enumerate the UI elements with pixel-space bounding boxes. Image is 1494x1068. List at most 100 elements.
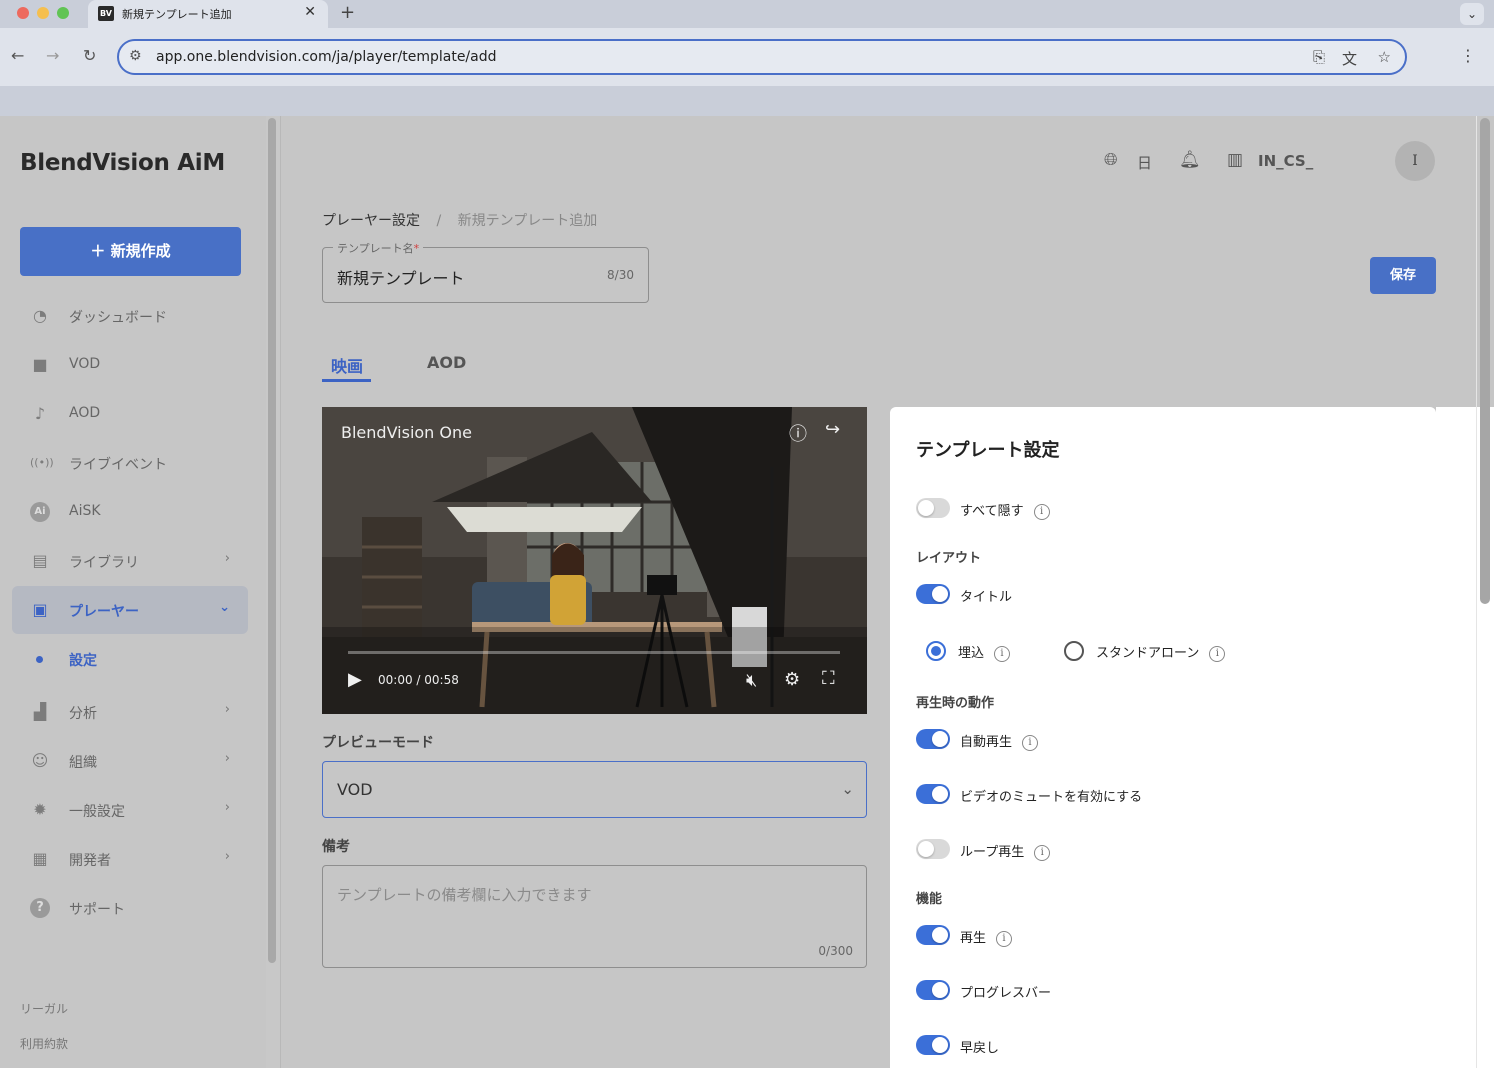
create-new-button[interactable]: ＋ 新規作成 bbox=[20, 227, 241, 276]
sidebar-scrollbar[interactable] bbox=[268, 118, 276, 963]
bookmark-star-icon[interactable]: ☆ bbox=[1378, 48, 1391, 66]
tab-video[interactable]: 映画 bbox=[331, 353, 363, 377]
new-tab-button[interactable]: + bbox=[340, 2, 355, 23]
avatar[interactable]: I bbox=[1395, 141, 1435, 181]
standalone-radio[interactable] bbox=[1064, 641, 1084, 661]
sidebar-item-aod[interactable]: ♪ AOD bbox=[12, 390, 248, 438]
embed-radio[interactable] bbox=[926, 641, 946, 661]
video-icon: ■ bbox=[32, 355, 48, 374]
developer-icon: ▦ bbox=[32, 849, 48, 868]
sidebar-item-live-event[interactable]: ((•)) ライブイベント bbox=[12, 439, 248, 487]
hide-all-toggle[interactable] bbox=[916, 498, 950, 518]
title-label: タイトル bbox=[960, 590, 1013, 605]
reload-icon[interactable]: ↻ bbox=[83, 46, 96, 65]
site-settings-icon[interactable]: ⚙ bbox=[129, 48, 142, 64]
sidebar-item-label: プレーヤー bbox=[69, 604, 139, 620]
back-arrow-icon[interactable]: ← bbox=[11, 46, 24, 65]
template-name-field[interactable]: テンプレート名* 新規テンプレート 8/30 bbox=[322, 240, 649, 303]
template-name-input[interactable]: 新規テンプレート bbox=[337, 265, 465, 289]
breadcrumb-parent[interactable]: プレーヤー設定 bbox=[322, 213, 420, 229]
info-icon[interactable]: i bbox=[994, 645, 1011, 662]
settings-title: テンプレート設定 bbox=[916, 440, 1060, 461]
title-toggle[interactable] bbox=[916, 584, 950, 604]
loop-toggle[interactable] bbox=[916, 839, 950, 859]
chevron-right-icon: › bbox=[224, 551, 230, 566]
building-icon[interactable]: ▥ bbox=[1227, 150, 1243, 170]
info-icon[interactable]: i bbox=[1033, 503, 1050, 520]
info-icon[interactable]: i bbox=[1034, 844, 1051, 861]
info-icon[interactable]: i bbox=[1022, 734, 1039, 751]
autoplay-toggle[interactable] bbox=[916, 729, 950, 749]
memo-textarea[interactable]: テンプレートの備考欄に入力できます 0/300 bbox=[322, 865, 867, 968]
info-icon[interactable]: i bbox=[996, 930, 1013, 947]
mute-toggle[interactable] bbox=[916, 784, 950, 804]
player-time: 00:00 / 00:58 bbox=[378, 673, 459, 687]
save-button[interactable]: 保存 bbox=[1370, 257, 1436, 294]
language-label[interactable]: 日 bbox=[1137, 152, 1152, 173]
play-toggle[interactable] bbox=[916, 925, 950, 945]
sidebar-item-label: 分析 bbox=[69, 706, 97, 722]
translate-icon[interactable]: 文 bbox=[1342, 48, 1357, 69]
play-label: 再生 bbox=[960, 931, 987, 946]
sidebar-item-organization[interactable]: ☺ 組織 › bbox=[12, 737, 248, 785]
url-text: app.one.blendvision.com/ja/player/templa… bbox=[156, 49, 497, 65]
minimize-window-button[interactable] bbox=[37, 7, 49, 19]
chevron-down-icon: ⌄ bbox=[219, 600, 230, 615]
info-icon[interactable]: i bbox=[1209, 645, 1226, 662]
bell-icon[interactable]: 🔔︎ bbox=[1179, 150, 1201, 170]
sidebar-item-player[interactable]: ▣ プレーヤー ⌄ bbox=[12, 586, 248, 634]
chevron-down-icon: ⌄ bbox=[841, 780, 854, 798]
chevron-right-icon: › bbox=[224, 702, 230, 717]
sidebar-item-dashboard[interactable]: ◔ ダッシュボード bbox=[12, 292, 248, 340]
organization-name[interactable]: IN_CS_ bbox=[1258, 152, 1313, 170]
preview-mode-value: VOD bbox=[337, 780, 373, 799]
app-logo[interactable]: BlendVision AiM bbox=[20, 150, 225, 176]
forward-arrow-icon[interactable]: → bbox=[46, 46, 59, 65]
fullscreen-icon[interactable]: ⛶ bbox=[822, 668, 835, 689]
preview-mode-label: プレビューモード bbox=[322, 735, 434, 751]
mute-icon[interactable]: 🔇︎ bbox=[746, 670, 757, 691]
sidebar-item-label: 一般設定 bbox=[69, 804, 125, 820]
share-icon[interactable]: ↪ bbox=[825, 419, 840, 440]
sidebar-item-aisk[interactable]: Ai AiSK bbox=[12, 488, 248, 536]
tab-search-chevron-icon[interactable]: ⌄ bbox=[1460, 3, 1484, 25]
mute-label: ビデオのミュートを有効にする bbox=[960, 790, 1143, 805]
video-player-preview[interactable]: BlendVision One ⓘ ↪ ▶ 00:00 / 00:58 🔇︎ ⚙… bbox=[322, 407, 867, 714]
breadcrumb-separator: / bbox=[436, 213, 442, 229]
analytics-icon: ▟ bbox=[33, 702, 47, 721]
info-icon[interactable]: ⓘ bbox=[789, 420, 807, 446]
tab-aod[interactable]: AOD bbox=[427, 353, 466, 372]
sidebar-item-developer[interactable]: ▦ 開発者 › bbox=[12, 835, 248, 883]
breadcrumb: プレーヤー設定 / 新規テンプレート追加 bbox=[322, 210, 597, 230]
play-icon[interactable]: ▶ bbox=[348, 669, 362, 690]
player-icon: ▣ bbox=[32, 600, 48, 619]
player-progress-bar[interactable] bbox=[348, 651, 840, 654]
active-bullet-icon bbox=[36, 656, 43, 663]
active-tab-indicator bbox=[322, 379, 371, 382]
close-window-button[interactable] bbox=[17, 7, 29, 19]
sidebar-item-vod[interactable]: ■ VOD bbox=[12, 341, 248, 389]
maximize-window-button[interactable] bbox=[57, 7, 69, 19]
browser-tab-bar: BV 新規テンプレート追加 ✕ + ⌄ bbox=[0, 0, 1494, 28]
sidebar-item-general-settings[interactable]: ✹ 一般設定 › bbox=[12, 786, 248, 834]
sidebar-item-support[interactable]: ? サポート bbox=[12, 884, 248, 932]
rewind-toggle[interactable] bbox=[916, 1035, 950, 1055]
progress-bar-toggle[interactable] bbox=[916, 980, 950, 1000]
terms-link[interactable]: 利用約款 bbox=[20, 1035, 68, 1052]
address-bar[interactable]: ⚙ app.one.blendvision.com/ja/player/temp… bbox=[117, 39, 1407, 75]
chevron-right-icon: › bbox=[224, 800, 230, 815]
close-tab-icon[interactable]: ✕ bbox=[304, 4, 316, 20]
browser-menu-icon[interactable]: ⋮ bbox=[1460, 46, 1476, 65]
sidebar-item-analytics[interactable]: ▟ 分析 › bbox=[12, 688, 248, 736]
globe-icon[interactable]: 🌐︎ bbox=[1104, 150, 1118, 170]
bookmarks-bar bbox=[0, 86, 1494, 116]
sidebar-item-library[interactable]: ▤ ライブラリ › bbox=[12, 537, 248, 585]
install-app-icon[interactable]: ⎘ bbox=[1313, 48, 1325, 66]
preview-mode-select[interactable]: VOD ⌄ bbox=[322, 761, 867, 818]
browser-toolbar: ← → ↻ ⚙ app.one.blendvision.com/ja/playe… bbox=[0, 28, 1494, 86]
legal-link[interactable]: リーガル bbox=[20, 1000, 68, 1017]
main-scrollbar-thumb[interactable] bbox=[1480, 118, 1490, 604]
settings-gear-icon[interactable]: ⚙ bbox=[784, 669, 800, 690]
sidebar-item-label: 組織 bbox=[69, 755, 97, 771]
browser-tab[interactable]: BV 新規テンプレート追加 ✕ bbox=[88, 0, 328, 28]
